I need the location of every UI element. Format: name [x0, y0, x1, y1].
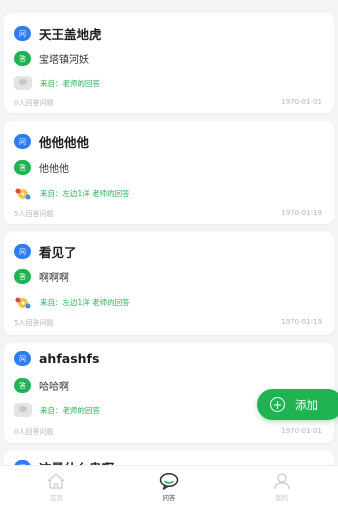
- qa-card[interactable]: 问 天王盖地虎 答 宝塔镇河妖 来自：老师的回答 0人回答问题 1970-01-…: [4, 13, 334, 113]
- question-badge-icon: 问: [14, 26, 31, 41]
- cartoon-avatar-icon: [14, 186, 32, 200]
- answer-source: 来自：左边1洋 老师的回答: [40, 188, 130, 198]
- gray-avatar-icon: [14, 76, 32, 90]
- answer-badge-icon: 答: [14, 160, 31, 175]
- question-badge-icon: 问: [14, 351, 31, 366]
- post-date: 1970-01-19: [281, 209, 322, 217]
- qa-card[interactable]: 问 他他他他 答 他他他 来自：左边1洋 老师的回答 5人回答问题 1970-0…: [4, 121, 334, 224]
- answer-source: 来自：老师的回答: [40, 78, 100, 88]
- answer-count: 5人回答问题: [14, 210, 54, 218]
- answer-count: 0人回答问题: [14, 428, 54, 436]
- answer-badge-icon: 答: [14, 378, 31, 393]
- answer-source: 来自：左边1洋 老师的回答: [40, 297, 130, 307]
- tab-mine-label: 我的: [275, 494, 289, 502]
- post-date: 1970-01-01: [281, 98, 322, 106]
- qa-card[interactable]: 问 这是什么鬼啊: [4, 451, 334, 466]
- question-title: 看见了: [39, 245, 77, 260]
- question-title: 他他他他: [39, 135, 90, 150]
- question-badge-icon: 问: [14, 244, 31, 259]
- user-icon: [273, 473, 290, 490]
- question-badge-icon: 问: [14, 134, 31, 149]
- tab-qa-label: 问答: [162, 494, 176, 502]
- answer-count: 5人回答问题: [14, 319, 54, 327]
- answer-badge-icon: 答: [14, 269, 31, 284]
- question-title: ahfashfs: [39, 351, 100, 366]
- cartoon-avatar-icon: [14, 295, 32, 309]
- gray-avatar-icon: [14, 403, 32, 417]
- tab-qa[interactable]: 问答: [113, 466, 226, 513]
- bottom-tab-bar: 首页 问答 我的: [0, 465, 338, 513]
- tab-mine[interactable]: 我的: [225, 466, 338, 513]
- post-date: 1970-01-01: [281, 427, 322, 435]
- add-question-button[interactable]: + 添加: [257, 389, 338, 420]
- answer-text: 宝塔镇河妖: [39, 55, 89, 66]
- answer-text: 他他他: [39, 164, 69, 175]
- answer-text: 啊啊啊: [39, 273, 69, 284]
- home-icon: [47, 473, 65, 489]
- add-button-label: 添加: [295, 397, 318, 412]
- qa-card[interactable]: 问 看见了 答 啊啊啊 来自：左边1洋 老师的回答 5人回答问题 1970-01…: [4, 232, 334, 335]
- tab-home-label: 首页: [49, 494, 63, 502]
- answer-source: 来自：老师的回答: [40, 405, 100, 415]
- answer-badge-icon: 答: [14, 51, 31, 66]
- tab-home[interactable]: 首页: [0, 466, 113, 513]
- plus-circle-icon: +: [270, 397, 285, 412]
- post-date: 1970-01-19: [281, 318, 322, 326]
- answer-count: 0人回答问题: [14, 99, 54, 107]
- question-title: 天王盖地虎: [39, 27, 102, 42]
- chat-bubble-icon: [159, 473, 179, 490]
- answer-text: 哈哈啊: [39, 382, 69, 393]
